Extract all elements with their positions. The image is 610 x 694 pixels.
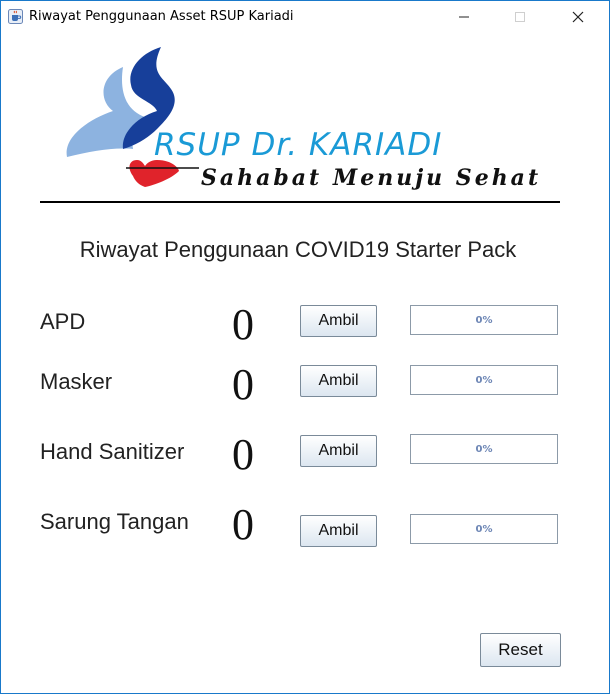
logo-slogan: Sahabat Menuju Sehat (201, 165, 542, 191)
item-label-masker: Masker (40, 369, 113, 394)
progress-text-hand-sanitizer: 0% (475, 443, 493, 455)
reset-button[interactable]: Reset (480, 633, 561, 667)
item-count-apd: 0 (232, 300, 254, 349)
progress-bar-hand-sanitizer: 0% (410, 434, 558, 464)
logo-hospital-name: RSUP Dr. KARIADI (154, 127, 443, 163)
header-divider (40, 201, 560, 203)
java-cup-icon (8, 9, 23, 24)
close-icon (572, 11, 584, 23)
minimize-button[interactable] (441, 1, 487, 33)
minimize-icon (459, 16, 469, 18)
take-button-hand-sanitizer[interactable]: Ambil (300, 435, 377, 467)
progress-text-masker: 0% (475, 374, 493, 386)
progress-bar-masker: 0% (410, 365, 558, 395)
item-label-apd: APD (40, 309, 86, 334)
take-button-apd[interactable]: Ambil (300, 305, 377, 337)
take-button-masker[interactable]: Ambil (300, 365, 377, 397)
page-heading: Riwayat Penggunaan COVID19 Starter Pack (79, 237, 517, 262)
hospital-logo: RSUP Dr. KARIADI Sahabat Menuju Sehat (61, 45, 542, 191)
content-panel: RSUP Dr. KARIADI Sahabat Menuju Sehat Ri… (1, 33, 609, 693)
item-count-hand-sanitizer: 0 (232, 430, 254, 479)
maximize-icon (515, 12, 525, 22)
item-label-hand-sanitizer: Hand Sanitizer (40, 439, 185, 464)
progress-text-sarung-tangan: 0% (475, 523, 493, 535)
take-button-sarung-tangan[interactable]: Ambil (300, 515, 377, 547)
item-count-sarung-tangan: 0 (232, 500, 254, 549)
item-label-sarung-tangan: Sarung Tangan (40, 509, 189, 534)
app-window: Riwayat Penggunaan Asset RSUP Kariadi RS… (0, 0, 610, 694)
window-title: Riwayat Penggunaan Asset RSUP Kariadi (29, 9, 294, 24)
progress-text-apd: 0% (475, 314, 493, 326)
item-count-masker: 0 (232, 360, 254, 409)
progress-bar-sarung-tangan: 0% (410, 514, 558, 544)
title-bar[interactable]: Riwayat Penggunaan Asset RSUP Kariadi (1, 1, 609, 33)
progress-bar-apd: 0% (410, 305, 558, 335)
close-button[interactable] (555, 1, 601, 33)
maximize-button[interactable] (497, 1, 543, 33)
